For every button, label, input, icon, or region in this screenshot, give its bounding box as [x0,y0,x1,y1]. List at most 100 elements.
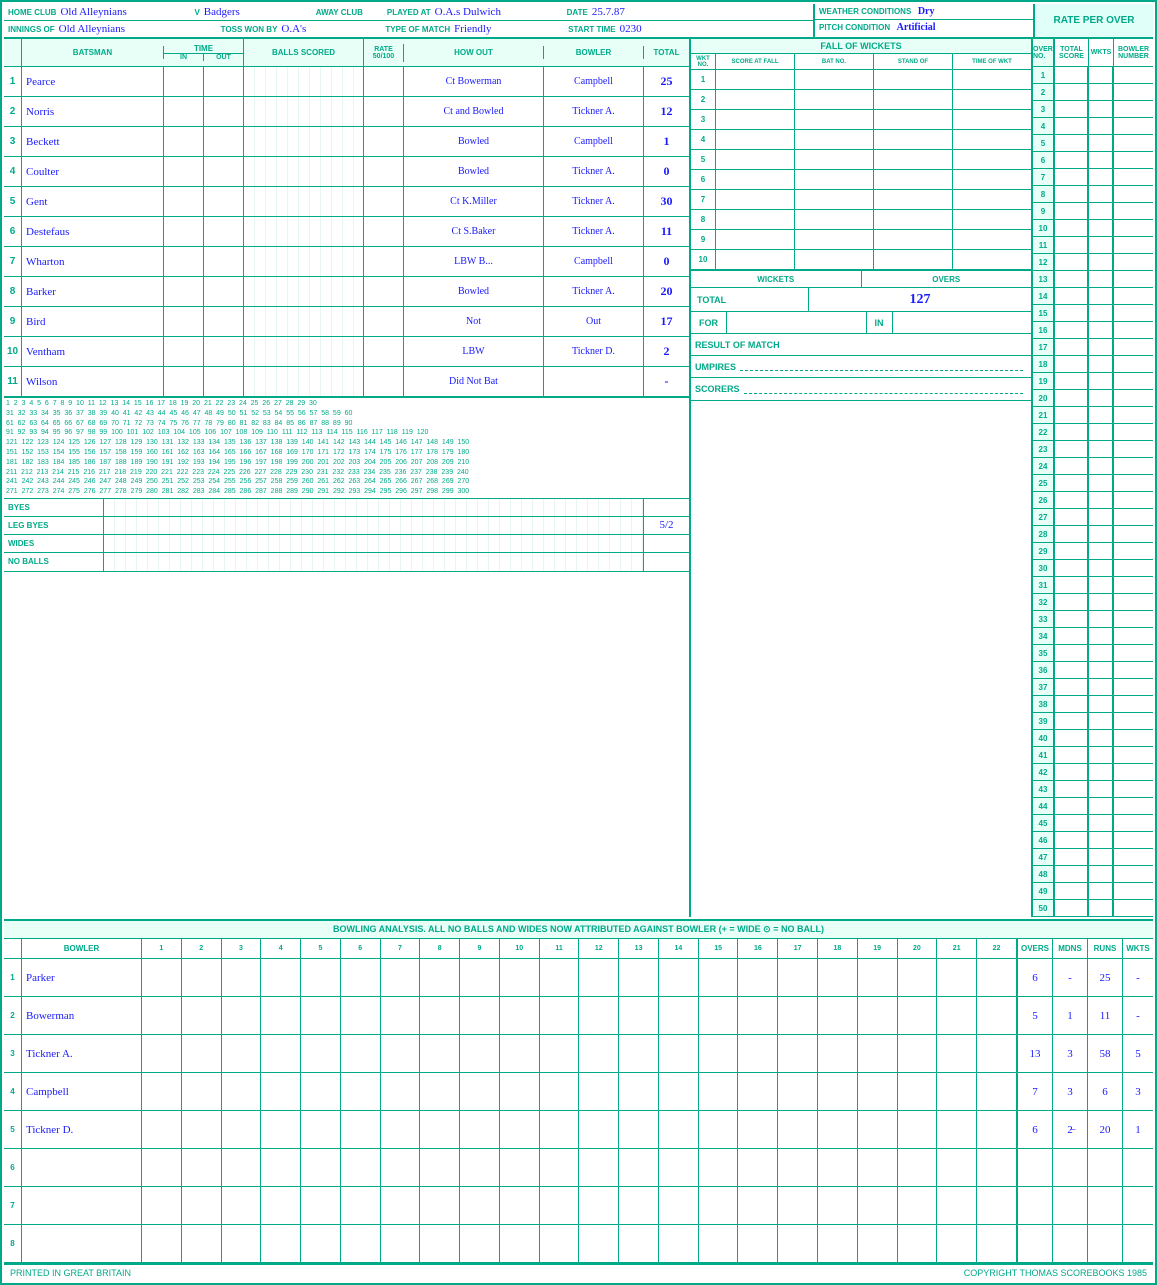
start-time-value: 0230 [620,23,670,35]
wicket-cell [1089,254,1113,271]
batsman-name: Beckett [22,127,164,156]
over-cell [301,1149,341,1186]
bowler-no-cells [1114,67,1153,917]
wicket-cell [1089,526,1113,543]
bowler-no-cell [1114,237,1153,254]
bowl-row-num: 3 [4,1035,22,1072]
bowler-cell: Tickner A. [544,277,644,306]
header-row1: HOME CLUB Old Alleynians v Badgers AWAY … [4,4,813,21]
bowl-over-num-header: 12 [579,939,619,958]
right-num-cell: 19 [1033,373,1053,390]
over-cell [699,1187,739,1224]
over-cell [659,959,699,996]
bowl-runs-value [1088,1225,1123,1262]
rate-cell [364,67,404,96]
right-num-cell: 15 [1033,305,1053,322]
bowler-no-cell [1114,883,1153,900]
bowler-no-header: BOWLER NUMBER [1114,39,1153,67]
wicket-cell [1089,271,1113,288]
umpires-label: UMPIRES [695,362,736,372]
total-score-cell [1055,696,1088,713]
bowl-runs-value: 20 [1088,1111,1123,1148]
innings-value: Old Alleynians [59,23,209,35]
over-cell [540,997,580,1034]
balls-grid [244,337,364,366]
total-score-cell [1055,781,1088,798]
batsman-name: Pearce [22,67,164,96]
fow-wkt-num: 4 [691,130,716,149]
bowl-row-name [22,1225,142,1262]
over-cell [301,1073,341,1110]
over-cell [778,1225,818,1262]
over-cell [182,1149,222,1186]
total-score-cell [1055,543,1088,560]
fow-blank [691,401,1031,917]
over-cell [420,1035,460,1072]
total-score-cell [1055,577,1088,594]
total-score-cell [1055,764,1088,781]
over-cell [977,1035,1017,1072]
bowl-row-name: Bowerman [22,997,142,1034]
over-cell [381,997,421,1034]
total-score-cell [1055,883,1088,900]
bowl-wkts-value: 5 [1123,1035,1153,1072]
bowler-number-col: BOWLER NUMBER [1113,39,1153,917]
total-score-cell [1055,101,1088,118]
bowl-row-cells [142,1073,1018,1110]
bowl-over-num-header: 3 [222,939,262,958]
over-cell [898,997,938,1034]
total-score-cell [1055,730,1088,747]
total-label: TOTAL [691,288,809,311]
over-cell [778,997,818,1034]
over-cell [540,1073,580,1110]
bowl-wkts-value [1123,1225,1153,1262]
batsman-name: Destefaus [22,217,164,246]
fow-time-header: TIME OF WKT [953,54,1031,69]
bowler-cell: Campbell [544,127,644,156]
bowl-over-num-header: 4 [261,939,301,958]
over-cell [858,1111,898,1148]
fow-time [953,130,1031,149]
bowl-over-num-header: 7 [381,939,421,958]
total-score-cell [1055,407,1088,424]
total-score-cell [1055,67,1088,84]
fow-score [716,110,795,129]
bowling-row: 4 Campbell 7 3 6 3 [4,1073,1153,1111]
wickets-col-header: WKTS [1089,39,1113,67]
over-cell [420,959,460,996]
right-num-cell: 1 [1033,67,1053,84]
fow-wkt-num: 6 [691,170,716,189]
rate-cell [364,97,404,126]
over-cell [659,997,699,1034]
bowl-runs-value: 25 [1088,959,1123,996]
bowling-row: 8 [4,1225,1153,1263]
right-num-cell: 12 [1033,254,1053,271]
total-score-cell [1055,271,1088,288]
over-cell [341,1035,381,1072]
over-cell [579,1225,619,1262]
time-in [164,157,204,186]
fow-row: 9 [691,230,1031,250]
fow-bat [795,150,874,169]
right-num-cell: 2 [1033,84,1053,101]
over-cell [381,1073,421,1110]
wicket-cell [1089,628,1113,645]
time-in [164,217,204,246]
start-time-label: START TIME [568,25,615,34]
over-cell [818,959,858,996]
bowler-no-cell [1114,288,1153,305]
fow-row: 1 [691,70,1031,90]
over-cell [898,959,938,996]
wicket-cell [1089,866,1113,883]
over-cell [381,1035,421,1072]
bowling-col-headers: BOWLER 123456789101112131415161718192021… [4,939,1153,959]
right-num-cell: 40 [1033,730,1053,747]
right-num-cell: 47 [1033,849,1053,866]
bowl-row-cells [142,959,1018,996]
batsman-name: Barker [22,277,164,306]
wides-row: WIDES [4,535,689,553]
over-cell [778,1149,818,1186]
over-cell [142,997,182,1034]
bowler-cell: Campbell [544,67,644,96]
total-score-cell [1055,152,1088,169]
